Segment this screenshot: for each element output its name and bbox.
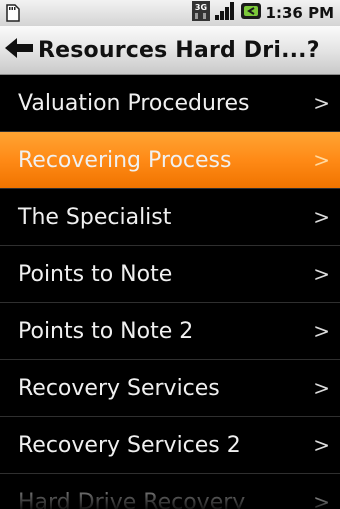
menu-list[interactable]: Valuation Procedures > Recovering Proces…: [0, 75, 340, 509]
signal-icon: [214, 1, 236, 25]
back-arrow-icon: [4, 37, 34, 63]
sd-card-icon: [6, 4, 20, 22]
chevron-right-icon: >: [313, 490, 330, 509]
list-item-label: Valuation Procedures: [18, 90, 250, 116]
chevron-right-icon: >: [313, 319, 330, 343]
list-item-points-to-note[interactable]: Points to Note >: [0, 246, 340, 303]
chevron-right-icon: >: [313, 433, 330, 457]
list-item-valuation-procedures[interactable]: Valuation Procedures >: [0, 75, 340, 132]
back-button[interactable]: [0, 26, 38, 74]
status-bar: 3G 1:36 PM: [0, 0, 340, 26]
chevron-right-icon: >: [313, 262, 330, 286]
3g-icon: 3G: [191, 1, 210, 25]
battery-icon: [240, 1, 262, 25]
list-item-label: Points to Note 2: [18, 318, 194, 344]
title-bar: Resources Hard Dri...?: [0, 26, 340, 75]
list-item-label: Recovery Services 2: [18, 432, 241, 458]
chevron-right-icon: >: [313, 205, 330, 229]
list-item-label: Hard Drive Recovery: [18, 489, 246, 509]
clock: 1:36 PM: [265, 4, 334, 22]
list-item-hard-drive-recovery[interactable]: Hard Drive Recovery >: [0, 474, 340, 509]
svg-text:3G: 3G: [194, 3, 206, 12]
list-item-label: Recovery Services: [18, 375, 220, 401]
list-item-recovering-process[interactable]: Recovering Process >: [0, 132, 340, 189]
status-icons: 3G 1:36 PM: [191, 0, 334, 26]
list-item-points-to-note-2[interactable]: Points to Note 2 >: [0, 303, 340, 360]
page-title: Resources Hard Dri...?: [38, 37, 320, 63]
list-item-recovery-services[interactable]: Recovery Services >: [0, 360, 340, 417]
chevron-right-icon: >: [313, 91, 330, 115]
list-item-label: The Specialist: [18, 204, 172, 230]
chevron-right-icon: >: [313, 148, 330, 172]
list-item-label: Recovering Process: [18, 147, 232, 173]
chevron-right-icon: >: [313, 376, 330, 400]
list-item-label: Points to Note: [18, 261, 173, 287]
list-item-recovery-services-2[interactable]: Recovery Services 2 >: [0, 417, 340, 474]
list-item-the-specialist[interactable]: The Specialist >: [0, 189, 340, 246]
